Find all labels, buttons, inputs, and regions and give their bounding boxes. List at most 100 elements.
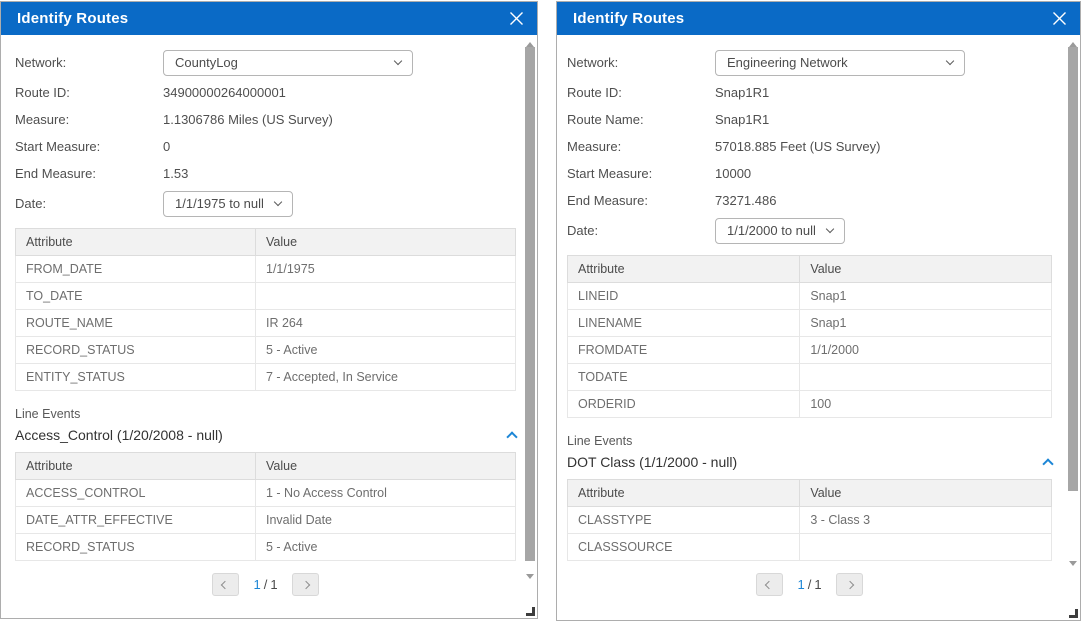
dialog-titlebar: Identify Routes xyxy=(1,2,537,35)
close-button[interactable] xyxy=(504,7,528,31)
date-dropdown-value: 1/1/1975 to null xyxy=(175,196,264,211)
attribute-cell: LINEID xyxy=(568,283,800,310)
collapse-section-button[interactable] xyxy=(508,427,516,444)
field-start-measure: Start Measure: 0 xyxy=(15,133,516,160)
network-dropdown[interactable]: CountyLog xyxy=(163,50,413,76)
attribute-cell: TODATE xyxy=(568,364,800,391)
close-icon xyxy=(1050,9,1069,28)
close-button[interactable] xyxy=(1047,7,1071,31)
attribute-cell: DATE_ATTR_EFFECTIVE xyxy=(16,507,256,534)
network-dropdown[interactable]: Engineering Network xyxy=(715,50,965,76)
value-cell: 1/1/1975 xyxy=(256,256,516,283)
measure-value: 1.1306786 Miles (US Survey) xyxy=(163,112,333,127)
dialog-body: Network: CountyLog Route ID: 34900000264… xyxy=(1,35,537,618)
field-date: Date: 1/1/1975 to null xyxy=(15,187,516,220)
total-pages: 1 xyxy=(270,577,277,592)
table-row: DATE_ATTR_EFFECTIVEInvalid Date xyxy=(16,507,516,534)
dialog-title: Identify Routes xyxy=(17,10,128,27)
attribute-column-header: Attribute xyxy=(16,453,256,480)
value-cell: 3 - Class 3 xyxy=(800,507,1052,534)
network-label: Network: xyxy=(15,55,163,70)
value-cell: IR 264 xyxy=(256,310,516,337)
table-row: RECORD_STATUS5 - Active xyxy=(16,534,516,561)
measure-value: 57018.885 Feet (US Survey) xyxy=(715,139,880,154)
resize-handle[interactable] xyxy=(526,607,535,616)
pagination: 1/1 xyxy=(15,573,516,596)
event-title: DOT Class (1/1/2000 - null) xyxy=(567,454,737,470)
date-dropdown[interactable]: 1/1/2000 to null xyxy=(715,218,845,244)
scrollbar-down-arrow[interactable] xyxy=(526,574,534,579)
measure-label: Measure: xyxy=(15,112,163,127)
line-events-heading: Line Events xyxy=(567,434,1052,448)
dialog-titlebar: Identify Routes xyxy=(557,2,1080,35)
value-cell: Invalid Date xyxy=(256,507,516,534)
current-page: 1 xyxy=(797,577,804,592)
chevron-down-icon xyxy=(826,225,834,233)
field-end-measure: End Measure: 1.53 xyxy=(15,160,516,187)
next-page-button[interactable] xyxy=(836,573,863,596)
attribute-cell: RECORD_STATUS xyxy=(16,534,256,561)
value-cell xyxy=(256,283,516,310)
field-route-id: Route ID: 34900000264000001 xyxy=(15,79,516,106)
next-page-button[interactable] xyxy=(292,573,319,596)
scrollbar-down-arrow[interactable] xyxy=(1069,561,1077,566)
value-column-header: Value xyxy=(800,256,1052,283)
value-column-header: Value xyxy=(256,453,516,480)
value-cell: 100 xyxy=(800,391,1052,418)
field-start-measure: Start Measure: 10000 xyxy=(567,160,1052,187)
measure-label: Measure: xyxy=(567,139,715,154)
value-column-header: Value xyxy=(800,480,1052,507)
attribute-cell: TO_DATE xyxy=(16,283,256,310)
prev-page-button[interactable] xyxy=(212,573,239,596)
table-row: LINENAMESnap1 xyxy=(568,310,1052,337)
date-dropdown-value: 1/1/2000 to null xyxy=(727,223,816,238)
end-measure-value: 1.53 xyxy=(163,166,188,181)
table-row: RECORD_STATUS5 - Active xyxy=(16,337,516,364)
scrollbar-thumb[interactable] xyxy=(1068,47,1078,491)
collapse-section-button[interactable] xyxy=(1044,454,1052,471)
value-cell: 1 - No Access Control xyxy=(256,480,516,507)
value-cell xyxy=(800,364,1052,391)
identify-routes-dialog-left: Identify Routes Network: CountyLog Route… xyxy=(0,1,538,619)
table-header-row: Attribute Value xyxy=(16,229,516,256)
pagination: 1/1 xyxy=(567,573,1052,596)
attribute-cell: CLASSTYPE xyxy=(568,507,800,534)
attribute-column-header: Attribute xyxy=(568,480,800,507)
attribute-cell: FROMDATE xyxy=(568,337,800,364)
value-column-header: Value xyxy=(256,229,516,256)
prev-page-button[interactable] xyxy=(756,573,783,596)
page-separator: / xyxy=(264,577,268,592)
start-measure-value: 10000 xyxy=(715,166,751,181)
network-label: Network: xyxy=(567,55,715,70)
route-name-label: Route Name: xyxy=(567,112,715,127)
table-row: TODATE xyxy=(568,364,1052,391)
event-section-header: DOT Class (1/1/2000 - null) xyxy=(567,454,1052,471)
page-indicator: 1/1 xyxy=(796,577,823,592)
dialog-title: Identify Routes xyxy=(573,10,684,27)
table-row: FROMDATE1/1/2000 xyxy=(568,337,1052,364)
value-cell: 5 - Active xyxy=(256,337,516,364)
date-dropdown[interactable]: 1/1/1975 to null xyxy=(163,191,293,217)
chevron-up-icon xyxy=(506,431,517,442)
table-header-row: Attribute Value xyxy=(568,256,1052,283)
table-row: CLASSSOURCE xyxy=(568,534,1052,561)
resize-handle[interactable] xyxy=(1069,609,1078,618)
start-measure-label: Start Measure: xyxy=(567,166,715,181)
event-attribute-table: Attribute Value ACCESS_CONTROL1 - No Acc… xyxy=(15,452,516,561)
route-attribute-table: Attribute Value LINEIDSnap1 LINENAMESnap… xyxy=(567,255,1052,418)
value-cell: 5 - Active xyxy=(256,534,516,561)
field-measure: Measure: 57018.885 Feet (US Survey) xyxy=(567,133,1052,160)
chevron-down-icon xyxy=(394,57,402,65)
field-end-measure: End Measure: 73271.486 xyxy=(567,187,1052,214)
table-row: ACCESS_CONTROL1 - No Access Control xyxy=(16,480,516,507)
attribute-cell: CLASSSOURCE xyxy=(568,534,800,561)
chevron-up-icon xyxy=(1042,458,1053,469)
dialog-body: Network: Engineering Network Route ID: S… xyxy=(557,35,1080,620)
event-title: Access_Control (1/20/2008 - null) xyxy=(15,427,223,443)
table-header-row: Attribute Value xyxy=(568,480,1052,507)
field-route-name: Route Name: Snap1R1 xyxy=(567,106,1052,133)
field-measure: Measure: 1.1306786 Miles (US Survey) xyxy=(15,106,516,133)
value-cell: 7 - Accepted, In Service xyxy=(256,364,516,391)
field-network: Network: CountyLog xyxy=(15,46,516,79)
scrollbar-thumb[interactable] xyxy=(525,47,535,561)
